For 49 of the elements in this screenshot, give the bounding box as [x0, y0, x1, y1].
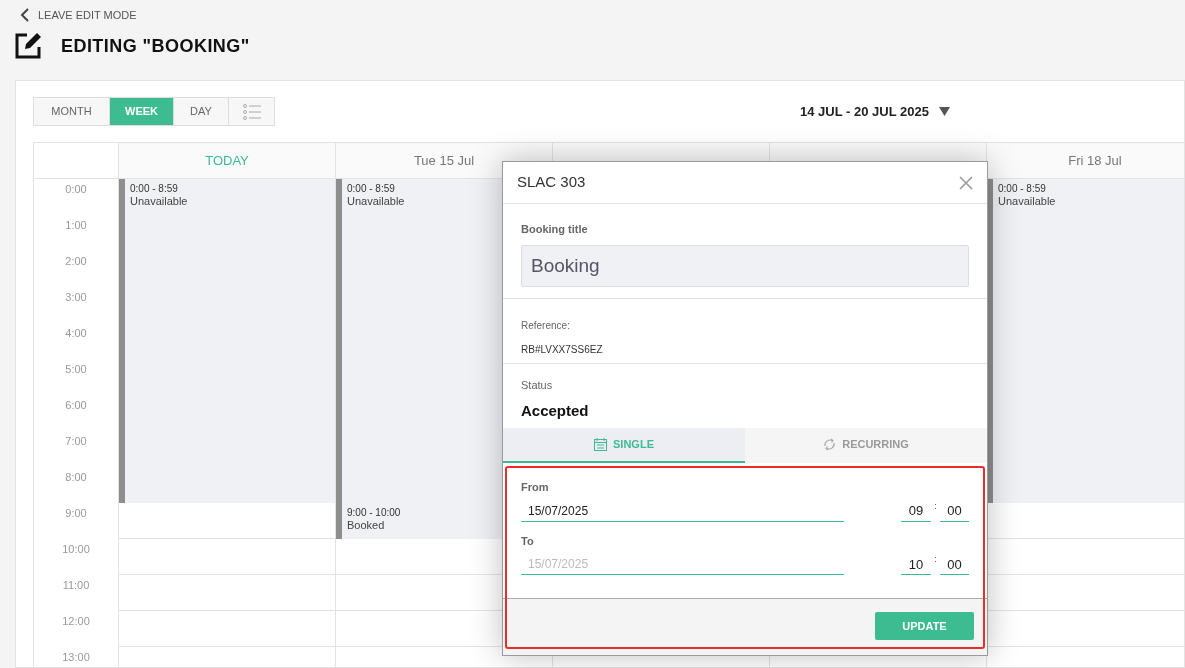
time-separator: :: [933, 554, 938, 564]
event-block[interactable]: 0:00 - 8:59 Unavailable: [119, 179, 335, 503]
time-label: 3:00: [65, 290, 87, 303]
time-label: 0:00: [65, 182, 87, 195]
list-icon: [242, 103, 261, 120]
back-icon: [20, 8, 30, 22]
time-label: 9:00: [65, 506, 87, 519]
edit-icon: [14, 32, 42, 60]
hour-field[interactable]: 10: [901, 554, 931, 575]
list-view-button[interactable]: [228, 98, 274, 125]
field-label: From: [521, 480, 549, 495]
time-label: 8:00: [65, 470, 87, 483]
page-title: EDITING "BOOKING": [61, 34, 250, 58]
time-label: 12:00: [62, 614, 90, 627]
time-label: 7:00: [65, 434, 87, 447]
event-time: 9:00 - 10:00: [347, 506, 401, 519]
time-label: 5:00: [65, 362, 87, 375]
time-separator: :: [933, 500, 938, 511]
calendar-icon: [594, 438, 607, 451]
event-time: 0:00 - 8:59: [130, 182, 178, 195]
refresh-icon: [823, 438, 837, 451]
event-block[interactable]: 0:00 - 8:59 Unavailable: [987, 179, 1184, 503]
view-tab[interactable]: MONTH: [34, 98, 109, 125]
time-label: 6:00: [65, 398, 87, 411]
day-header: Fri 18 Jul: [987, 143, 1184, 179]
hour-field[interactable]: 09: [901, 500, 931, 522]
close-icon[interactable]: [959, 175, 973, 190]
booking-title-field[interactable]: Booking: [521, 244, 969, 287]
event-time: 0:00 - 8:59: [347, 182, 395, 195]
minute-field[interactable]: 00: [940, 500, 969, 522]
minute-field[interactable]: 00: [940, 554, 969, 575]
event-label: Unavailable: [347, 195, 405, 208]
time-label: 2:00: [65, 254, 87, 267]
event-time: 0:00 - 8:59: [998, 182, 1046, 195]
view-tab[interactable]: DAY: [173, 98, 228, 125]
dropdown-icon: [938, 107, 950, 116]
back-link[interactable]: LEAVE EDIT MODE: [20, 6, 137, 24]
time-label: 4:00: [65, 326, 87, 339]
time-label: 10:00: [62, 542, 90, 555]
time-label: 11:00: [62, 578, 90, 591]
event-label: Booked: [347, 519, 385, 532]
day-header: TODAY: [119, 143, 336, 179]
date-field[interactable]: 15/07/2025: [521, 500, 844, 522]
date-range-picker[interactable]: 14 JUL - 20 JUL 2025: [800, 101, 950, 122]
time-label: 1:00: [65, 218, 87, 231]
field-label: Status: [521, 378, 553, 393]
event-label: Unavailable: [998, 195, 1056, 208]
time-label: 13:00: [62, 650, 90, 663]
event-label: Unavailable: [130, 195, 188, 208]
